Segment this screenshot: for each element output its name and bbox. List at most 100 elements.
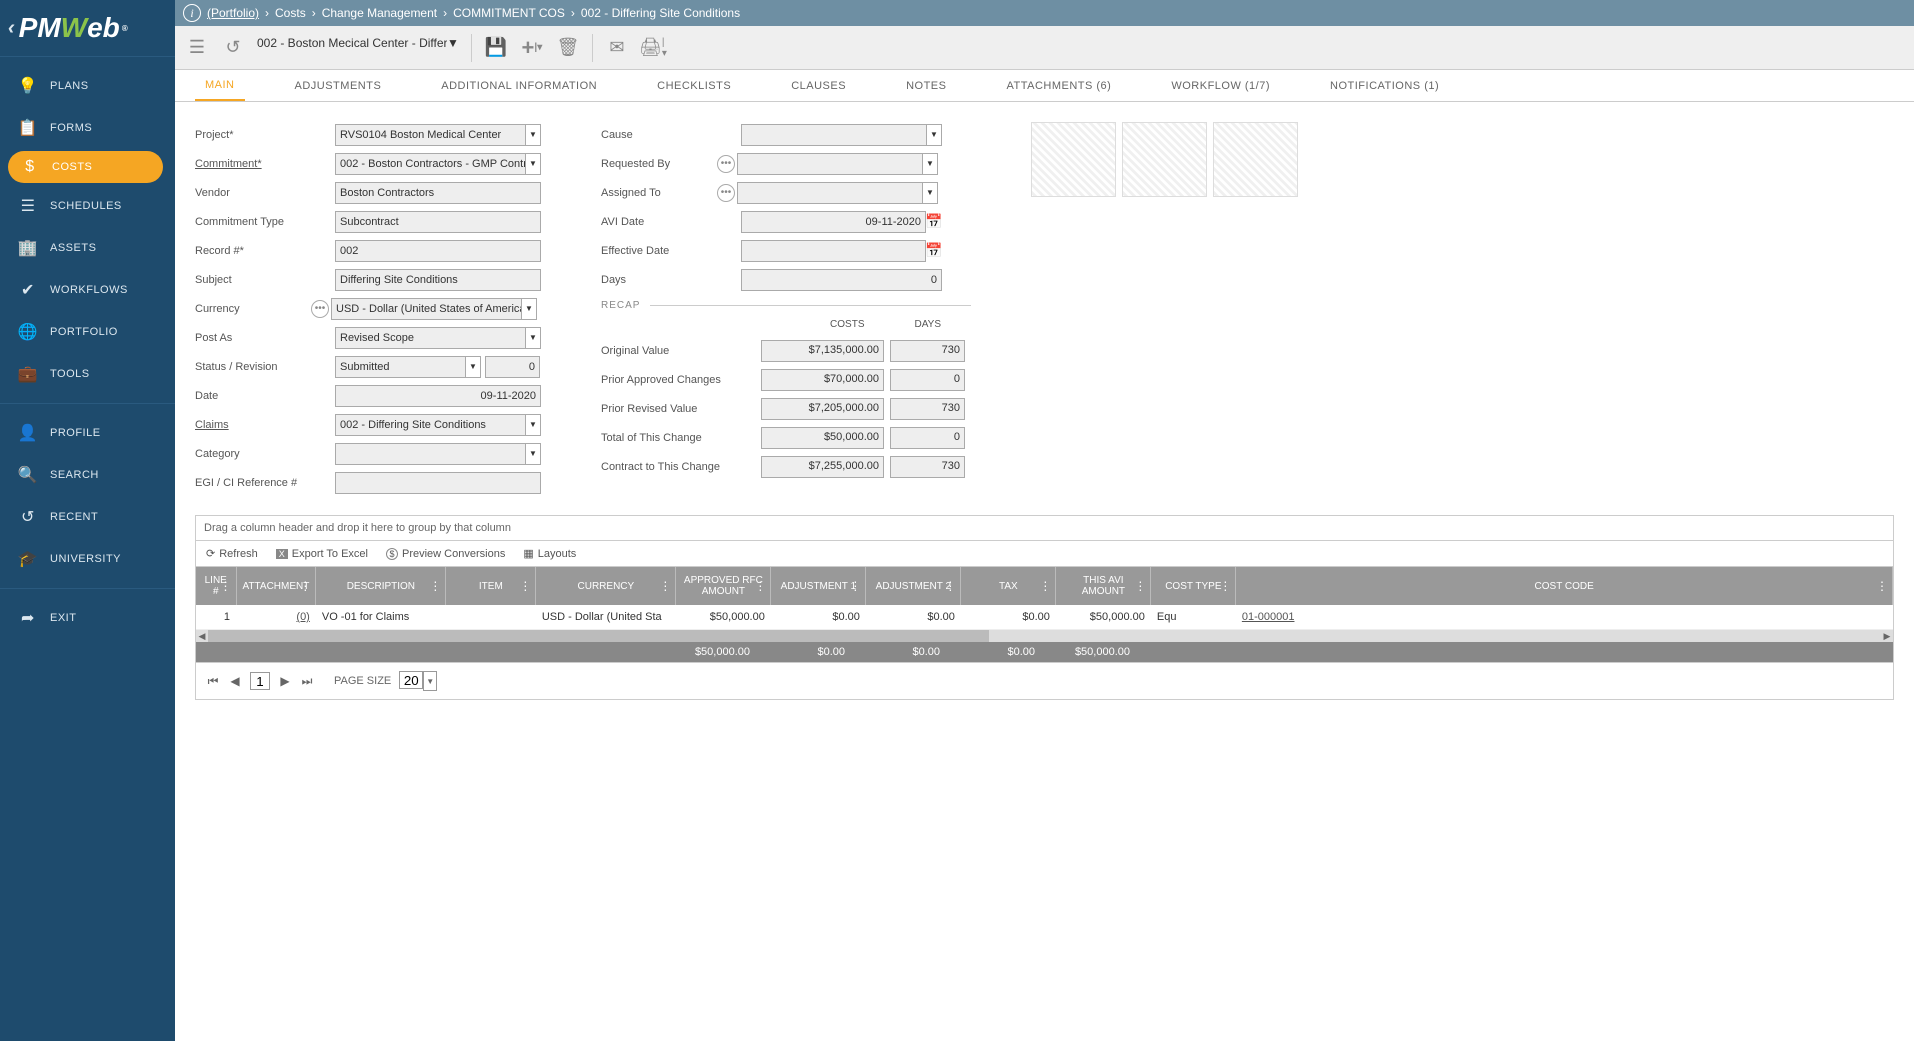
chevron-down-icon[interactable]: ▼: [465, 356, 481, 378]
add-icon[interactable]: +|▾: [520, 36, 544, 60]
effective-date-field[interactable]: [741, 240, 926, 262]
breadcrumb-portfolio[interactable]: (Portfolio): [207, 6, 259, 20]
chevron-down-icon[interactable]: ▼: [922, 182, 938, 204]
thumbnail[interactable]: [1031, 122, 1116, 197]
save-icon[interactable]: 💾: [484, 36, 508, 60]
chevron-down-icon[interactable]: ▼: [447, 36, 459, 60]
export-button[interactable]: XExport To Excel: [276, 548, 368, 560]
thumbnail[interactable]: [1122, 122, 1207, 197]
thumbnail[interactable]: [1213, 122, 1298, 197]
chevron-down-icon[interactable]: ▼: [525, 327, 541, 349]
chevron-down-icon[interactable]: ▼: [525, 124, 541, 146]
record-selector[interactable]: 002 - Boston Mecical Center - Differ ▼: [257, 36, 459, 60]
nav-search[interactable]: 🔍SEARCH: [0, 454, 175, 496]
group-drop-zone[interactable]: Drag a column header and drop it here to…: [196, 516, 1893, 541]
post-as-field[interactable]: Revised Scope: [335, 327, 525, 349]
nav-forms[interactable]: 📋FORMS: [0, 107, 175, 149]
info-icon[interactable]: i: [183, 4, 201, 22]
col-item[interactable]: ITEM⋮: [446, 567, 536, 605]
chevron-down-icon[interactable]: ▼: [525, 414, 541, 436]
nav-university[interactable]: 🎓UNIVERSITY: [0, 538, 175, 580]
tab-workflow[interactable]: WORKFLOW (1/7): [1161, 72, 1280, 100]
category-field[interactable]: [335, 443, 525, 465]
page-size-input[interactable]: [399, 671, 423, 689]
nav-tools[interactable]: 💼TOOLS: [0, 353, 175, 395]
col-currency[interactable]: CURRENCY⋮: [536, 567, 676, 605]
nav-portfolio[interactable]: 🌐PORTFOLIO: [0, 311, 175, 353]
col-adj2[interactable]: ADJUSTMENT 2⋮: [866, 567, 961, 605]
currency-field[interactable]: USD - Dollar (United States of America): [331, 298, 521, 320]
chevron-down-icon[interactable]: ▼: [926, 124, 942, 146]
tab-notes[interactable]: NOTES: [896, 72, 956, 100]
col-costcode[interactable]: COST CODE⋮: [1236, 567, 1893, 605]
nav-plans[interactable]: 💡PLANS: [0, 65, 175, 107]
nav-costs[interactable]: $COSTS: [8, 151, 163, 183]
subject-field[interactable]: Differing Site Conditions: [335, 269, 541, 291]
nav-workflows[interactable]: ✔WORKFLOWS: [0, 269, 175, 311]
scrollbar-thumb[interactable]: [208, 630, 989, 642]
commitment-type-field[interactable]: Subcontract: [335, 211, 541, 233]
record-number-field[interactable]: 002: [335, 240, 541, 262]
col-tax[interactable]: TAX⋮: [961, 567, 1056, 605]
project-field[interactable]: RVS0104 Boston Medical Center: [335, 124, 525, 146]
claims-link[interactable]: Claims: [195, 419, 335, 431]
tab-main[interactable]: MAIN: [195, 71, 245, 101]
revision-field[interactable]: 0: [485, 356, 540, 378]
col-line[interactable]: LINE #⋮: [196, 567, 236, 605]
pager-next-icon[interactable]: ▶: [278, 674, 292, 688]
tab-additional[interactable]: ADDITIONAL INFORMATION: [431, 72, 607, 100]
pager-prev-icon[interactable]: ◀: [228, 674, 242, 688]
requested-by-field[interactable]: [737, 153, 922, 175]
chevron-down-icon[interactable]: ▼: [521, 298, 537, 320]
cause-field[interactable]: [741, 124, 926, 146]
avi-date-field[interactable]: 09-11-2020: [741, 211, 926, 233]
chevron-down-icon[interactable]: ▼: [525, 153, 541, 175]
print-icon[interactable]: 🖨|▾: [641, 36, 665, 60]
refresh-button[interactable]: ⟳Refresh: [206, 547, 258, 560]
collapse-icon[interactable]: ‹: [8, 17, 15, 40]
preview-button[interactable]: $Preview Conversions: [386, 548, 505, 560]
col-thisavi[interactable]: THIS AVI AMOUNT⋮: [1056, 567, 1151, 605]
pager-first-icon[interactable]: ⏮: [206, 674, 220, 689]
nav-assets[interactable]: 🏢ASSETS: [0, 227, 175, 269]
col-approved[interactable]: APPROVED RFC AMOUNT⋮: [676, 567, 771, 605]
table-row[interactable]: 1 (0) VO -01 for Claims USD - Dollar (Un…: [196, 605, 1893, 630]
calendar-icon[interactable]: 📅: [926, 211, 942, 233]
claims-field[interactable]: 002 - Differing Site Conditions: [335, 414, 525, 436]
more-icon[interactable]: •••: [717, 184, 735, 202]
date-field[interactable]: 09-11-2020: [335, 385, 541, 407]
col-attachment[interactable]: ATTACHMENT⋮: [236, 567, 316, 605]
commitment-link[interactable]: Commitment*: [195, 158, 335, 170]
col-description[interactable]: DESCRIPTION⋮: [316, 567, 446, 605]
chevron-down-icon[interactable]: ▼: [525, 443, 541, 465]
nav-recent[interactable]: ↺RECENT: [0, 496, 175, 538]
horizontal-scrollbar[interactable]: ◀ ▶: [196, 630, 1893, 642]
more-icon[interactable]: •••: [717, 155, 735, 173]
tab-checklists[interactable]: CHECKLISTS: [647, 72, 741, 100]
mail-icon[interactable]: ✉: [605, 36, 629, 60]
tab-clauses[interactable]: CLAUSES: [781, 72, 856, 100]
list-icon[interactable]: ☰: [185, 36, 209, 60]
nav-exit[interactable]: ➦EXIT: [0, 597, 175, 639]
col-adj1[interactable]: ADJUSTMENT 1⋮: [771, 567, 866, 605]
nav-profile[interactable]: 👤PROFILE: [0, 412, 175, 454]
days-field[interactable]: 0: [741, 269, 942, 291]
tab-notifications[interactable]: NOTIFICATIONS (1): [1320, 72, 1449, 100]
vendor-field[interactable]: Boston Contractors: [335, 182, 541, 204]
commitment-field[interactable]: 002 - Boston Contractors - GMP Contra: [335, 153, 525, 175]
layouts-button[interactable]: ▦Layouts: [523, 547, 576, 560]
scroll-left-icon[interactable]: ◀: [196, 630, 208, 642]
pager-page-input[interactable]: [250, 672, 270, 690]
more-icon[interactable]: •••: [311, 300, 329, 318]
scroll-right-icon[interactable]: ▶: [1881, 630, 1893, 642]
cost-code-link[interactable]: 01-000001: [1242, 611, 1295, 623]
chevron-down-icon[interactable]: ▼: [423, 671, 437, 691]
pager-last-icon[interactable]: ⏭: [300, 674, 314, 689]
tab-attachments[interactable]: ATTACHMENTS (6): [996, 72, 1121, 100]
calendar-icon[interactable]: 📅: [926, 240, 942, 262]
assigned-to-field[interactable]: [737, 182, 922, 204]
chevron-down-icon[interactable]: ▼: [922, 153, 938, 175]
tab-adjustments[interactable]: ADJUSTMENTS: [285, 72, 392, 100]
col-costtype[interactable]: COST TYPE⋮: [1151, 567, 1236, 605]
status-field[interactable]: Submitted: [335, 356, 465, 378]
